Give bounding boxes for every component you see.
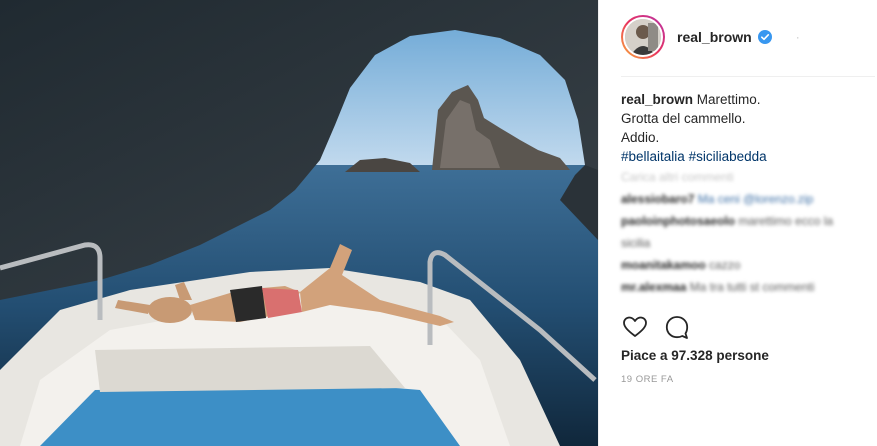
comment-text: Ma ceni @lorenzo.zip [697,192,814,206]
comment-item: alessiobaro7 Ma ceni @lorenzo.zip [621,188,871,210]
avatar-story-ring[interactable] [621,15,665,59]
comment-text: Ma tra tutti st commenti [689,280,815,294]
hashtag-link[interactable]: #bellaitalia [621,149,685,164]
post-actions [621,312,705,342]
comment-username[interactable]: alessiobaro7 [621,192,694,206]
verified-badge-icon [757,30,772,44]
heart-icon[interactable] [621,313,649,341]
comment-text: sicilia [621,236,651,250]
post-timestamp[interactable]: 19 ORE FA [621,374,674,385]
comment-username[interactable]: moanitakamoo [621,258,706,272]
caption-username[interactable]: real_brown [621,92,693,107]
header-divider [621,76,875,77]
comment-username[interactable]: mr.alexmaa [621,280,686,294]
comment-text: cazzo [709,258,741,272]
post-caption: real_brown Marettimo. Grotta del cammell… [621,90,871,166]
caption-hashtags: #bellaitalia #siciliabedda [621,147,871,166]
likes-count[interactable]: Piace a 97.328 persone [621,348,769,363]
avatar[interactable] [623,17,663,57]
comments-list: Carica altri commenti alessiobaro7 Ma ce… [621,166,871,298]
more-options-icon[interactable]: · [796,30,800,44]
load-more-comments-link[interactable]: Carica altri commenti [621,166,871,188]
comment-item: mr.alexmaa Ma tra tutti st commenti [621,276,871,298]
hashtag-link[interactable]: #siciliabedda [689,149,767,164]
post-username[interactable]: real_brown [677,29,752,45]
comment-bubble-icon[interactable] [663,313,691,341]
avatar-image [625,19,661,55]
post-header: real_brown · [621,14,871,60]
comment-item: paoloinphotosaeolo marettimo ecco la [621,210,871,232]
comment-item: sicilia [621,232,871,254]
caption-line-1: Marettimo. [696,92,761,107]
comment-text: marettimo ecco la [738,214,834,228]
comment-username[interactable]: paoloinphotosaeolo [621,214,735,228]
comment-item: moanitakamoo cazzo [621,254,871,276]
photo-illustration [0,0,598,446]
post-photo[interactable] [0,0,598,446]
caption-line-2: Grotta del cammello. [621,111,746,126]
post-sidebar: real_brown · real_brown Marettimo. Grott… [598,0,877,446]
caption-line-3: Addio. [621,130,660,145]
